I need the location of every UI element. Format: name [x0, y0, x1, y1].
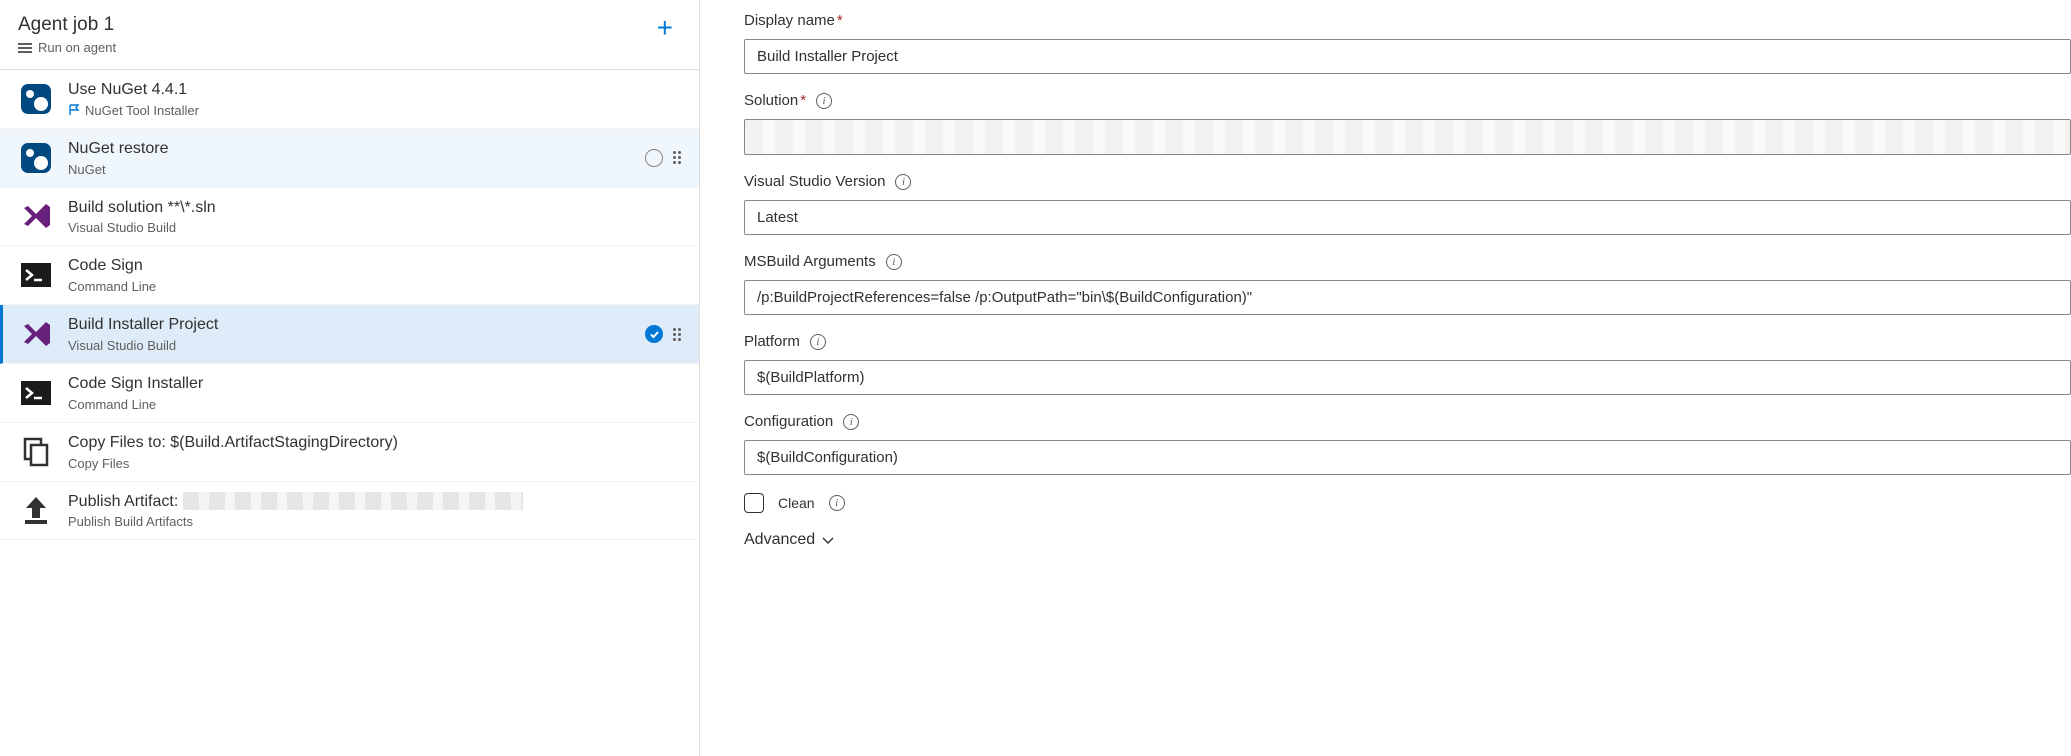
nuget-icon — [18, 140, 54, 176]
task-row[interactable]: Build solution **\*.slnVisual Studio Bui… — [0, 188, 699, 247]
cmd-icon — [18, 375, 54, 411]
info-icon[interactable]: i — [829, 495, 845, 511]
msbuild-args-label: MSBuild Arguments i — [744, 253, 2071, 270]
task-subtitle: Copy Files — [68, 456, 683, 471]
add-task-button[interactable]: + — [649, 14, 681, 42]
clean-checkbox-row[interactable]: Clean i — [744, 493, 2071, 513]
nuget-icon — [18, 81, 54, 117]
task-title: Code Sign Installer — [68, 374, 683, 395]
task-subtitle: NuGet Tool Installer — [68, 103, 683, 118]
publish-icon — [18, 492, 54, 528]
info-icon[interactable]: i — [886, 254, 902, 270]
agent-job-title: Agent job 1 — [18, 14, 649, 36]
task-row[interactable]: NuGet restore NuGet — [0, 129, 699, 188]
task-title: Use NuGet 4.4.1 — [68, 80, 683, 101]
task-row[interactable]: Publish Artifact: Publish Build Artifact… — [0, 482, 699, 541]
info-icon[interactable]: i — [810, 334, 826, 350]
drag-handle[interactable] — [673, 151, 683, 164]
task-row[interactable]: Code Sign Command Line — [0, 246, 699, 305]
platform-label: Platform i — [744, 333, 2071, 350]
task-subtitle: Command Line — [68, 397, 683, 412]
agent-job-subtitle: Run on agent — [18, 40, 649, 55]
display-name-label: Display name* — [744, 12, 2071, 29]
task-title: Copy Files to: $(Build.ArtifactStagingDi… — [68, 433, 683, 454]
info-icon[interactable]: i — [843, 414, 859, 430]
platform-input[interactable] — [744, 360, 2071, 395]
task-row[interactable]: Code Sign Installer Command Line — [0, 364, 699, 423]
task-row[interactable]: Copy Files to: $(Build.ArtifactStagingDi… — [0, 423, 699, 482]
vs-version-label: Visual Studio Version i — [744, 173, 2071, 190]
vs-icon — [18, 316, 54, 352]
task-list-panel: Agent job 1 Run on agent + Use NuGet 4.4… — [0, 0, 700, 756]
solution-label: Solution* i — [744, 92, 2071, 109]
advanced-section-toggle[interactable]: Advanced — [744, 531, 2071, 549]
task-list: Use NuGet 4.4.1 NuGet Tool Installer NuGet… — [0, 70, 699, 756]
enabled-check-icon[interactable] — [645, 325, 663, 343]
enable-toggle[interactable] — [645, 149, 663, 167]
info-icon[interactable]: i — [895, 174, 911, 190]
display-name-input[interactable] — [744, 39, 2071, 74]
run-on-agent-icon — [18, 42, 32, 54]
task-subtitle: Visual Studio Build — [68, 338, 645, 353]
configuration-input[interactable] — [744, 440, 2071, 475]
clean-checkbox[interactable] — [744, 493, 764, 513]
task-subtitle: Visual Studio Build — [68, 220, 683, 235]
task-title: Build Installer Project — [68, 315, 645, 336]
redacted-text — [183, 492, 523, 510]
msbuild-args-input[interactable] — [744, 280, 2071, 315]
solution-input[interactable] — [744, 119, 2071, 155]
copy-icon — [18, 434, 54, 470]
task-row[interactable]: Build Installer Project Visual Studio Bui… — [0, 305, 699, 364]
agent-job-header[interactable]: Agent job 1 Run on agent + — [0, 0, 699, 70]
chevron-down-icon — [821, 533, 835, 547]
task-subtitle: NuGet — [68, 162, 645, 177]
configuration-label: Configuration i — [744, 413, 2071, 430]
task-row[interactable]: Use NuGet 4.4.1 NuGet Tool Installer — [0, 70, 699, 129]
task-title: Build solution **\*.sln — [68, 198, 683, 219]
info-icon[interactable]: i — [816, 93, 832, 109]
clean-label: Clean — [778, 495, 815, 511]
drag-handle[interactable] — [673, 328, 683, 341]
flag-icon — [68, 104, 80, 116]
task-subtitle: Command Line — [68, 279, 683, 294]
task-subtitle: Publish Build Artifacts — [68, 514, 683, 529]
cmd-icon — [18, 257, 54, 293]
task-title: Code Sign — [68, 256, 683, 277]
task-title: Publish Artifact: — [68, 492, 683, 513]
vs-version-input[interactable] — [744, 200, 2071, 235]
task-title: NuGet restore — [68, 139, 645, 160]
vs-icon — [18, 198, 54, 234]
task-details-panel: Display name* Solution* i Visual Studio … — [700, 0, 2071, 756]
